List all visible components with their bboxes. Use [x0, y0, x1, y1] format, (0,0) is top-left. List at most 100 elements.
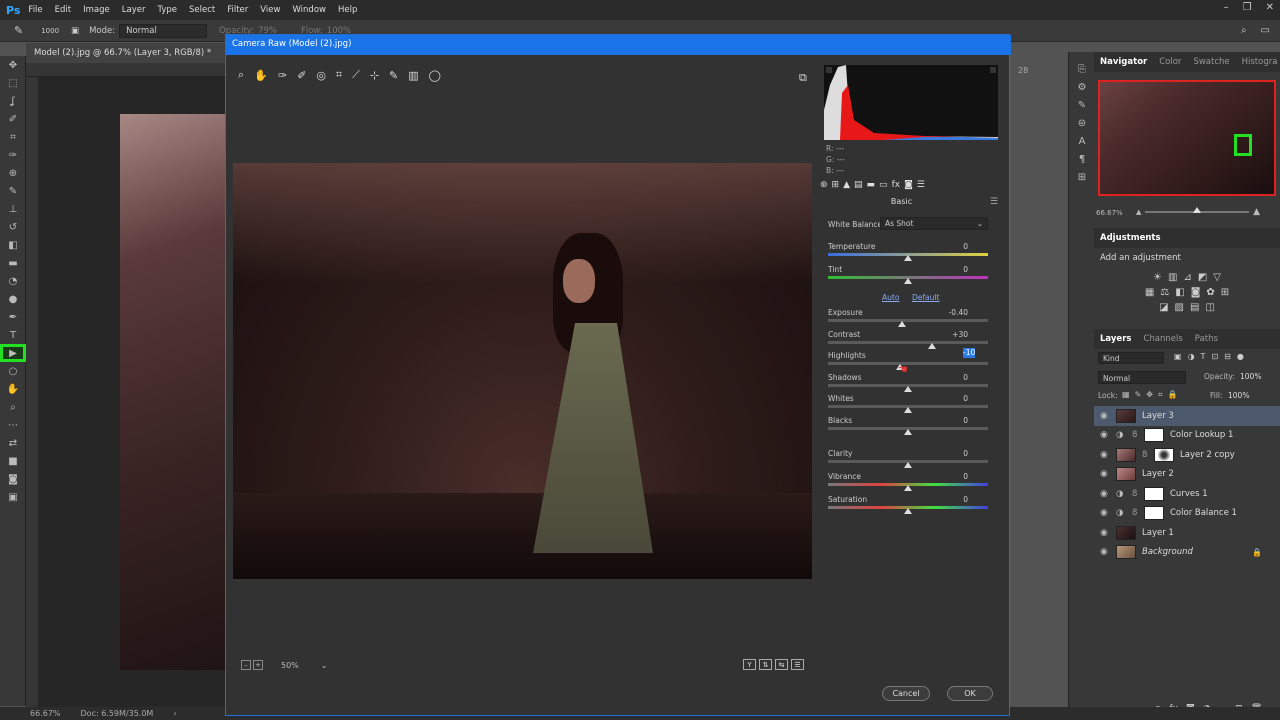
slider-value[interactable]: +30	[928, 330, 968, 339]
layer-row[interactable]: ◉ Layer 2	[1094, 465, 1280, 485]
libraries-panel-icon[interactable]: ⊞	[1069, 168, 1095, 186]
layer-row[interactable]: ◉ ◑ 8 Color Lookup 1	[1094, 426, 1280, 446]
graduated-filter-icon[interactable]: ▥	[408, 69, 418, 82]
eye-icon[interactable]: ◉	[1100, 411, 1110, 421]
brush-panel-icon[interactable]: ✎	[1069, 96, 1095, 114]
mode-select[interactable]: Normal	[119, 23, 208, 38]
layer-filter-kind[interactable]: Kind	[1098, 352, 1164, 364]
slider-value[interactable]: 0	[928, 495, 968, 504]
channel-mixer-icon[interactable]: ✿	[1206, 287, 1214, 298]
selective-color-icon[interactable]: ◫	[1205, 302, 1214, 313]
menu-file[interactable]: File	[28, 5, 42, 15]
workspace-icon[interactable]: ▭	[1261, 25, 1270, 36]
slider-track[interactable]	[828, 341, 988, 344]
bw-icon[interactable]: ◧	[1175, 287, 1184, 298]
menu-layer[interactable]: Layer	[122, 5, 146, 15]
radial-filter-icon[interactable]: ◯	[429, 69, 441, 82]
shape-tool-icon[interactable]: ○	[0, 362, 26, 380]
posterize-icon[interactable]: ▨	[1175, 302, 1184, 313]
menu-type[interactable]: Type	[157, 5, 177, 15]
layer-name[interactable]: Background	[1142, 547, 1193, 557]
slider-thumb[interactable]	[904, 429, 912, 435]
smart-filter-icon[interactable]: ⊟	[1224, 352, 1231, 361]
zoom-tool-icon[interactable]: ⌕	[238, 68, 244, 82]
color-lookup-icon[interactable]: ⊞	[1221, 287, 1229, 298]
image-preview[interactable]	[233, 163, 812, 579]
layer-name[interactable]: Layer 2 copy	[1180, 450, 1235, 460]
layer-name[interactable]: Color Lookup 1	[1170, 430, 1233, 440]
zoom-in-icon[interactable]: +	[253, 660, 263, 670]
eraser-tool-icon[interactable]: ◧	[0, 236, 26, 254]
slider-value[interactable]: 0	[928, 472, 968, 481]
eyedropper-tool-icon[interactable]: ✑	[0, 146, 26, 164]
adjust-filter-icon[interactable]: ◑	[1188, 352, 1195, 361]
lock-artboard-icon[interactable]: ⌗	[1158, 390, 1163, 400]
tab-histogram[interactable]: Histogra	[1236, 57, 1280, 67]
gradient-tool-icon[interactable]: ▬	[0, 254, 26, 272]
menu-filter[interactable]: Filter	[227, 5, 248, 15]
tab-navigator[interactable]: Navigator	[1094, 57, 1153, 67]
zoom-tool-icon[interactable]: ⌕	[0, 398, 26, 416]
levels-icon[interactable]: ▥	[1168, 272, 1177, 283]
layer-row[interactable]: ◉ 8 Layer 2 copy	[1094, 445, 1280, 465]
brush-tool-icon[interactable]: ✎	[14, 24, 23, 37]
menu-select[interactable]: Select	[189, 5, 215, 15]
hand-tool-icon[interactable]: ✋	[0, 380, 26, 398]
slider-thumb[interactable]	[904, 386, 912, 392]
slider-thumb[interactable]	[904, 462, 912, 468]
threshold-icon[interactable]: ▤	[1190, 302, 1199, 313]
document-image[interactable]	[120, 114, 226, 670]
status-zoom[interactable]: 66.67%	[30, 709, 61, 718]
preview-zoom-level[interactable]: 50%	[281, 661, 299, 670]
invert-icon[interactable]: ◪	[1159, 302, 1168, 313]
slider-thumb[interactable]	[904, 255, 912, 261]
zoom-slider-thumb[interactable]	[1193, 207, 1202, 213]
adjustment-brush-icon[interactable]: ✎	[389, 69, 398, 82]
pixel-filter-icon[interactable]: ▣	[1174, 352, 1182, 361]
slider-track[interactable]	[828, 319, 988, 322]
spot-removal-icon[interactable]: ⊹	[370, 69, 379, 82]
eye-icon[interactable]: ◉	[1100, 547, 1110, 557]
restore-icon[interactable]: ❐	[1243, 2, 1252, 13]
layer-row[interactable]: ◉ ◑ 8 Curves 1	[1094, 484, 1280, 504]
shape-filter-icon[interactable]: ⊡	[1211, 352, 1218, 361]
navigator-zoom-slider[interactable]: ▲ ▲	[1136, 207, 1260, 217]
targeted-adjustment-icon[interactable]: ◎	[316, 69, 326, 82]
lasso-tool-icon[interactable]: ʆ	[0, 92, 26, 110]
before-after-icon[interactable]: Y	[743, 659, 756, 670]
marquee-tool-icon[interactable]: ⬚	[0, 74, 26, 92]
clone-source-icon[interactable]: ⊜	[1069, 114, 1095, 132]
white-balance-tool-icon[interactable]: ✑	[278, 69, 287, 82]
fullscreen-icon[interactable]: ⧉	[799, 71, 807, 85]
slider-value[interactable]: 0	[928, 373, 968, 382]
more-tools-icon[interactable]: ⋯	[0, 416, 26, 434]
eye-icon[interactable]: ◉	[1100, 450, 1110, 460]
navigator-view-box[interactable]	[1234, 134, 1252, 156]
properties-panel-icon[interactable]: ⚙	[1069, 78, 1095, 96]
tab-swatches[interactable]: Swatche	[1187, 57, 1235, 67]
slider-thumb[interactable]	[904, 407, 912, 413]
layer-row[interactable]: ◉ Background 🔒	[1094, 543, 1280, 563]
lock-pixels-icon[interactable]: ✎	[1135, 390, 1142, 400]
slider-thumb[interactable]	[928, 343, 936, 349]
dodge-tool-icon[interactable]: ●	[0, 290, 26, 308]
path-select-tool-icon[interactable]: ▶	[0, 344, 26, 362]
filter-toggle-icon[interactable]: ●	[1237, 352, 1244, 361]
stamp-tool-icon[interactable]: ⊥	[0, 200, 26, 218]
crop-tool-icon[interactable]: ⌗	[0, 128, 26, 146]
quick-select-tool-icon[interactable]: ✐	[0, 110, 26, 128]
color-swatch-icon[interactable]: ■	[0, 452, 26, 470]
minimize-icon[interactable]: –	[1224, 2, 1229, 13]
hand-tool-icon[interactable]: ✋	[254, 69, 268, 82]
basic-panel-icon[interactable]: ⊛	[820, 180, 828, 190]
type-filter-icon[interactable]: T	[1201, 352, 1206, 361]
slider-thumb[interactable]	[897, 321, 906, 327]
history-panel-icon[interactable]: ⎘	[1069, 60, 1095, 78]
document-tab[interactable]: Model (2).jpg @ 66.7% (Layer 3, RGB/8) *	[26, 43, 226, 63]
curves-icon[interactable]: ⊿	[1183, 272, 1191, 283]
zoom-in-icon[interactable]: ▲	[1253, 207, 1260, 217]
status-arrow-icon[interactable]: ›	[173, 709, 176, 718]
slider-value[interactable]: 0	[928, 449, 968, 458]
tab-paths[interactable]: Paths	[1189, 334, 1224, 344]
menu-edit[interactable]: Edit	[55, 5, 71, 15]
